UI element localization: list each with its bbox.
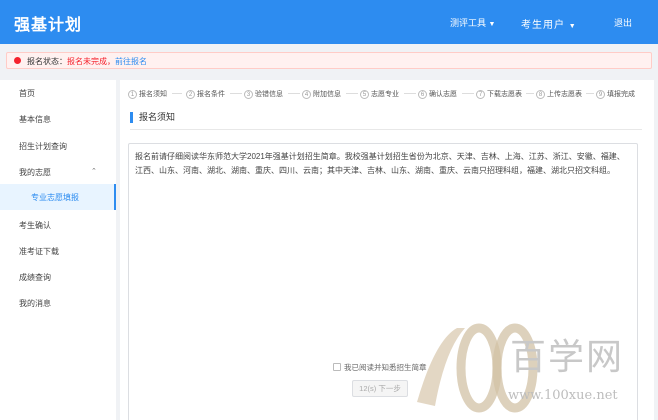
step-3: 3 验错信息 (244, 89, 283, 99)
tools-menu-label: 测评工具 (450, 18, 487, 28)
top-header: 强基计划 测评工具 ▼ 考生用户 ▼ 退出 (0, 0, 658, 44)
sidebar-item-home[interactable]: 首页 (19, 88, 35, 99)
error-dot-icon (14, 57, 21, 64)
sidebar-item-my-choices[interactable]: 我的志愿 (19, 167, 51, 178)
step-connector (288, 93, 300, 94)
sidebar-item-basic-info[interactable]: 基本信息 (19, 114, 51, 125)
chevron-down-icon: ▼ (488, 21, 496, 28)
step-connector (526, 93, 534, 94)
section-title: 报名须知 (130, 112, 175, 123)
step-connector (346, 93, 358, 94)
step-5: 5 志愿专业 (360, 89, 399, 99)
step-1: 1 报名须知 (128, 89, 167, 99)
step-connector (172, 93, 182, 94)
section-divider (130, 129, 642, 130)
sidebar-item-score-query[interactable]: 成绩查询 (19, 272, 51, 283)
step-9: 9 填报完成 (596, 89, 635, 99)
step-connector (586, 93, 594, 94)
status-label: 报名状态： (27, 57, 67, 66)
user-menu[interactable]: 考生用户 ▼ (521, 16, 577, 31)
sidebar-item-major-choice[interactable]: 专业志愿填报 (31, 192, 79, 203)
step-8: 8 上传志愿表 (536, 89, 582, 99)
chevron-up-icon[interactable]: ⌃ (91, 167, 97, 175)
agree-checkbox[interactable] (333, 363, 341, 371)
step-connector (462, 93, 474, 94)
tools-menu[interactable]: 测评工具 ▼ (450, 16, 495, 29)
watermark-text: 百学网 (510, 337, 625, 378)
sidebar: 首页 基本信息 招生计划查询 我的志愿 ⌃ 专业志愿填报 考生确认 准考证下载 … (0, 80, 116, 420)
registration-status-bar: 报名状态：报名未完成，前往报名 (6, 52, 652, 69)
go-register-link[interactable]: 前往报名 (115, 57, 147, 66)
sidebar-item-confirm[interactable]: 考生确认 (19, 220, 51, 231)
status-text: 报名状态：报名未完成，前往报名 (27, 56, 147, 67)
active-indicator (114, 184, 116, 210)
chevron-down-icon: ▼ (568, 23, 577, 30)
next-button[interactable]: 12(s) 下一步 (352, 380, 408, 397)
step-connector (230, 93, 242, 94)
status-value: 报名未完成， (67, 57, 115, 66)
logout-link[interactable]: 退出 (614, 16, 632, 29)
step-connector (404, 93, 416, 94)
app-logo[interactable]: 强基计划 (14, 11, 82, 35)
watermark-url: www.100xue.net (508, 388, 618, 403)
user-name: 考生用户 (521, 20, 565, 31)
step-4: 4 附加信息 (302, 89, 341, 99)
sidebar-item-plan-query[interactable]: 招生计划查询 (19, 141, 67, 152)
sidebar-item-admission-ticket[interactable]: 准考证下载 (19, 246, 59, 257)
sidebar-item-messages[interactable]: 我的消息 (19, 298, 51, 309)
step-7: 7 下载志愿表 (476, 89, 522, 99)
step-2: 2 报名条件 (186, 89, 225, 99)
step-6: 6 确认志愿 (418, 89, 457, 99)
